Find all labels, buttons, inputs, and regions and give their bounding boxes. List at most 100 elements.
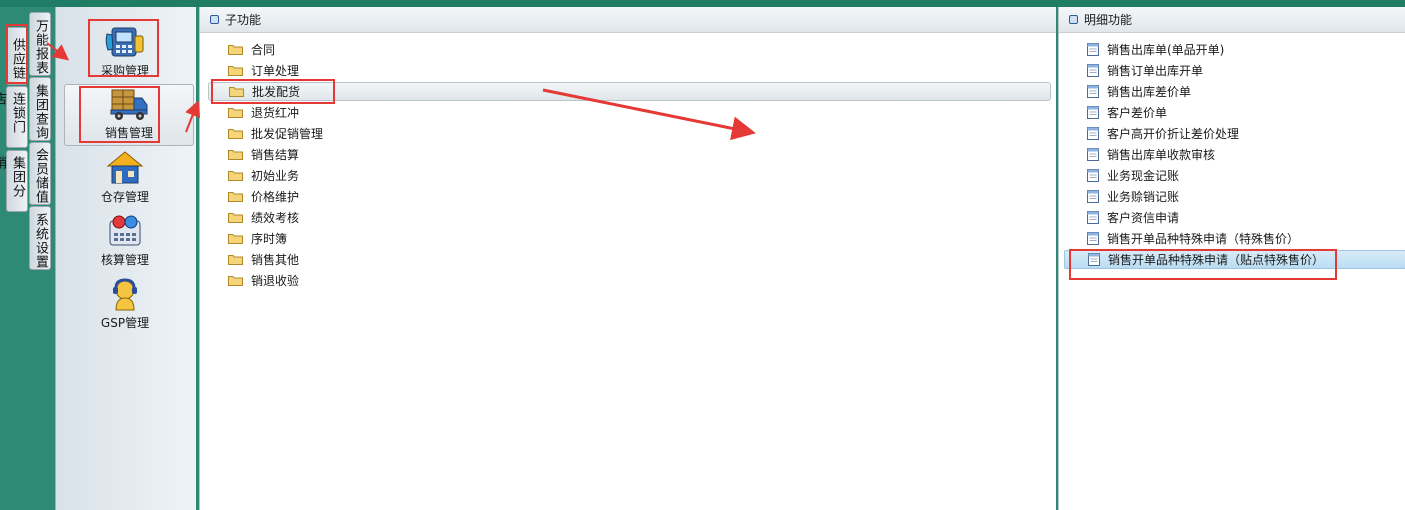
- folder-icon: [228, 66, 243, 76]
- sub-function-item[interactable]: 销售结算: [228, 145, 299, 164]
- warehouse-icon: [106, 151, 144, 184]
- folder-icon: [228, 108, 243, 118]
- sub-function-label: 退货红冲: [251, 106, 300, 120]
- detail-function-label: 销售开单品种特殊申请（特殊售价）: [1107, 232, 1300, 246]
- folder-icon: [228, 129, 243, 139]
- folder-icon: [228, 150, 243, 160]
- module-panel: 采购管理 销售管理 仓存管理 核算管理 GSP管理: [55, 7, 196, 510]
- sub-function-panel: 子功能 合同订单处理批发配货退货红冲批发促销管理 销售结算初始业务价格维护绩效考核…: [199, 7, 1056, 510]
- sub-function-label: 销退收验: [251, 274, 300, 288]
- folder-icon: [228, 234, 243, 244]
- folder-icon: [228, 45, 243, 55]
- detail-function-item[interactable]: 销售出库单(单品开单): [1087, 40, 1224, 59]
- detail-function-label: 业务赊销记账: [1107, 190, 1180, 204]
- detail-function-label: 销售出库单收款审核: [1107, 148, 1216, 162]
- module-label: 销售管理: [104, 126, 153, 140]
- detail-function-label: 客户资信申请: [1107, 211, 1180, 225]
- detail-function-label: 销售订单出库开单: [1107, 64, 1204, 78]
- detail-function-item[interactable]: 销售开单品种特殊申请（特殊售价）: [1087, 229, 1299, 248]
- detail-function-label: 销售出库单(单品开单): [1107, 43, 1225, 57]
- sub-function-header: 子功能: [200, 7, 1056, 33]
- tab-chain-store[interactable]: 连锁门店: [0, 86, 28, 148]
- sub-function-label: 销售结算: [251, 148, 300, 162]
- tab-universal-report[interactable]: 万能报表: [29, 12, 51, 76]
- document-icon: [1088, 253, 1100, 266]
- sub-function-item[interactable]: 订单处理: [228, 61, 299, 80]
- detail-function-item[interactable]: 业务现金记账: [1087, 166, 1179, 185]
- sub-function-label: 批发促销管理: [251, 127, 324, 141]
- panel-box-icon: [1069, 15, 1078, 24]
- sub-function-item[interactable]: 价格维护: [228, 187, 299, 206]
- module-sales[interactable]: 销售管理: [64, 84, 194, 146]
- folder-icon: [228, 171, 243, 181]
- sub-function-label: 订单处理: [251, 64, 300, 78]
- detail-function-item[interactable]: 销售订单出库开单: [1087, 61, 1203, 80]
- sub-function-title: 子功能: [225, 13, 262, 27]
- sub-function-label: 销售其他: [251, 253, 300, 267]
- sub-function-item[interactable]: 合同: [228, 40, 275, 59]
- document-icon: [1087, 127, 1099, 140]
- tab-group-distribution[interactable]: 集团分销: [0, 150, 28, 212]
- panel-box-icon: [210, 15, 219, 24]
- folder-icon: [229, 87, 244, 97]
- sales-truck-icon: [110, 89, 148, 120]
- document-icon: [1087, 148, 1099, 161]
- sub-function-label: 绩效考核: [251, 211, 300, 225]
- detail-function-item[interactable]: 销售出库差价单: [1087, 82, 1191, 101]
- detail-function-label: 销售开单品种特殊申请（贴点特殊售价）: [1108, 253, 1325, 267]
- folder-icon: [228, 276, 243, 286]
- detail-function-item[interactable]: 客户高开价折让差价处理: [1087, 124, 1239, 143]
- tab-supply-chain[interactable]: 供应链: [6, 27, 28, 85]
- sub-function-label: 批发配货: [252, 85, 301, 99]
- folder-icon: [228, 192, 243, 202]
- module-label: 采购管理: [100, 64, 149, 78]
- accounting-icon: [109, 215, 141, 246]
- module-accounting[interactable]: 核算管理: [60, 210, 190, 272]
- module-warehouse[interactable]: 仓存管理: [60, 147, 190, 209]
- sub-function-item[interactable]: 批发促销管理: [228, 124, 323, 143]
- detail-function-label: 业务现金记账: [1107, 169, 1180, 183]
- folder-icon: [228, 213, 243, 223]
- tab-member-value[interactable]: 会员储值: [29, 142, 51, 205]
- purchase-icon: [105, 27, 144, 57]
- detail-function-item[interactable]: 客户资信申请: [1087, 208, 1179, 227]
- module-gsp[interactable]: GSP管理: [60, 273, 190, 335]
- detail-function-title: 明细功能: [1084, 13, 1133, 27]
- module-label: 仓存管理: [100, 190, 149, 204]
- document-icon: [1087, 190, 1099, 203]
- top-band: [0, 0, 1405, 7]
- detail-function-item[interactable]: 业务赊销记账: [1087, 187, 1179, 206]
- document-icon: [1087, 85, 1099, 98]
- sub-function-item[interactable]: 销退收验: [228, 271, 299, 290]
- sub-function-item[interactable]: 退货红冲: [228, 103, 299, 122]
- document-icon: [1087, 106, 1099, 119]
- sub-function-label: 序时簿: [251, 232, 288, 246]
- sub-function-label: 初始业务: [251, 169, 300, 183]
- sub-function-label: 价格维护: [251, 190, 300, 204]
- document-icon: [1087, 64, 1099, 77]
- document-icon: [1087, 169, 1099, 182]
- detail-function-panel: 明细功能 销售出库单(单品开单) 销售订单出库开单 销售出库差价单 客户差价单客户高开…: [1058, 7, 1405, 510]
- document-icon: [1087, 211, 1099, 224]
- detail-function-label: 客户差价单: [1107, 106, 1168, 120]
- detail-function-item[interactable]: 销售开单品种特殊申请（贴点特殊售价）: [1064, 250, 1405, 269]
- folder-icon: [228, 255, 243, 265]
- detail-function-item[interactable]: 销售出库单收款审核: [1087, 145, 1215, 164]
- sub-function-item[interactable]: 绩效考核: [228, 208, 299, 227]
- sub-function-label: 合同: [251, 43, 276, 57]
- detail-function-item[interactable]: 客户差价单: [1087, 103, 1167, 122]
- module-purchase[interactable]: 采购管理: [60, 21, 190, 83]
- module-label: 核算管理: [100, 253, 149, 267]
- sub-function-item[interactable]: 初始业务: [228, 166, 299, 185]
- sub-function-item[interactable]: 批发配货: [208, 82, 1051, 101]
- detail-function-header: 明细功能: [1059, 7, 1405, 33]
- document-icon: [1087, 232, 1099, 245]
- sub-function-item[interactable]: 销售其他: [228, 250, 299, 269]
- sub-function-item[interactable]: 序时簿: [228, 229, 287, 248]
- gsp-icon: [113, 278, 137, 311]
- tab-system-settings[interactable]: 系统设置: [29, 206, 51, 270]
- module-label: GSP管理: [100, 316, 150, 330]
- detail-function-label: 销售出库差价单: [1107, 85, 1192, 99]
- detail-function-label: 客户高开价折让差价处理: [1107, 127, 1240, 141]
- tab-group-query[interactable]: 集团查询: [29, 77, 51, 141]
